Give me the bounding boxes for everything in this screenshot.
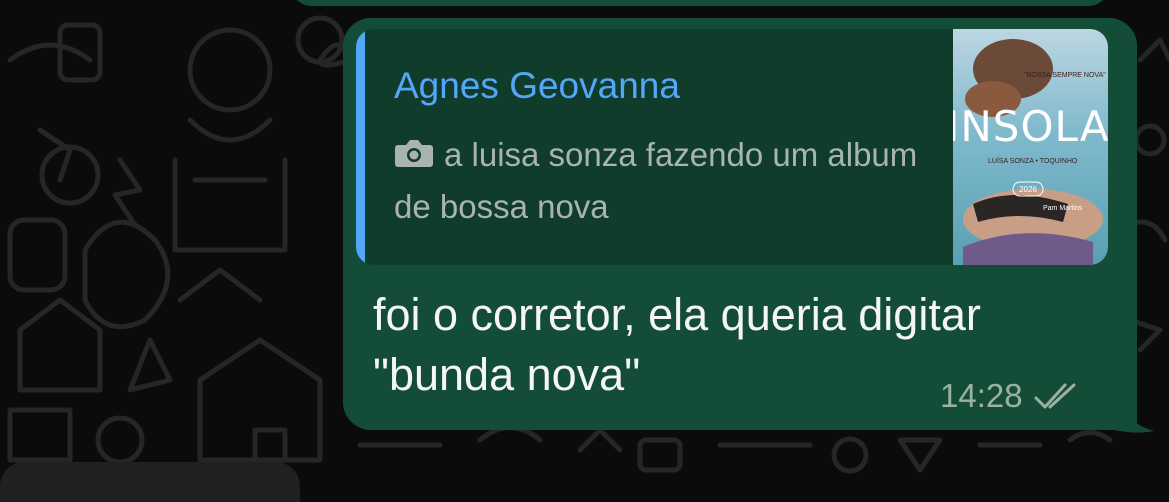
thumbnail-title: INSOLAÇ <box>953 102 1108 151</box>
quoted-message-text: a luisa sonza fazendo um album de bossa … <box>394 136 918 225</box>
message-time: 14:28 <box>940 377 1023 414</box>
thumbnail-credit: Pam Martins <box>1043 205 1083 212</box>
quoted-message-text-block: a luisa sonza fazendo um album de bossa … <box>394 129 934 233</box>
message-meta: 14:28 <box>940 373 1081 419</box>
double-check-read-icon <box>1034 383 1076 409</box>
next-message-bubble[interactable] <box>0 462 300 502</box>
thumbnail-year: 2026 <box>1019 185 1037 194</box>
quoted-media-thumbnail[interactable]: "BOSSA SEMPRE NOVA" INSOLAÇ LUÍSA SONZA … <box>953 29 1108 265</box>
quoted-author-name: Agnes Geovanna <box>394 65 680 106</box>
camera-icon <box>395 140 433 167</box>
quoted-message[interactable]: Agnes Geovanna a luisa sonza fazendo um … <box>356 29 1108 265</box>
previous-message-bubble[interactable] <box>290 0 1110 6</box>
thumbnail-artists: LUÍSA SONZA • TOQUINHO <box>988 156 1078 165</box>
thumbnail-tagline: "BOSSA SEMPRE NOVA" <box>1024 72 1106 79</box>
bubble-tail <box>1110 395 1154 433</box>
quote-accent-bar <box>356 29 365 265</box>
